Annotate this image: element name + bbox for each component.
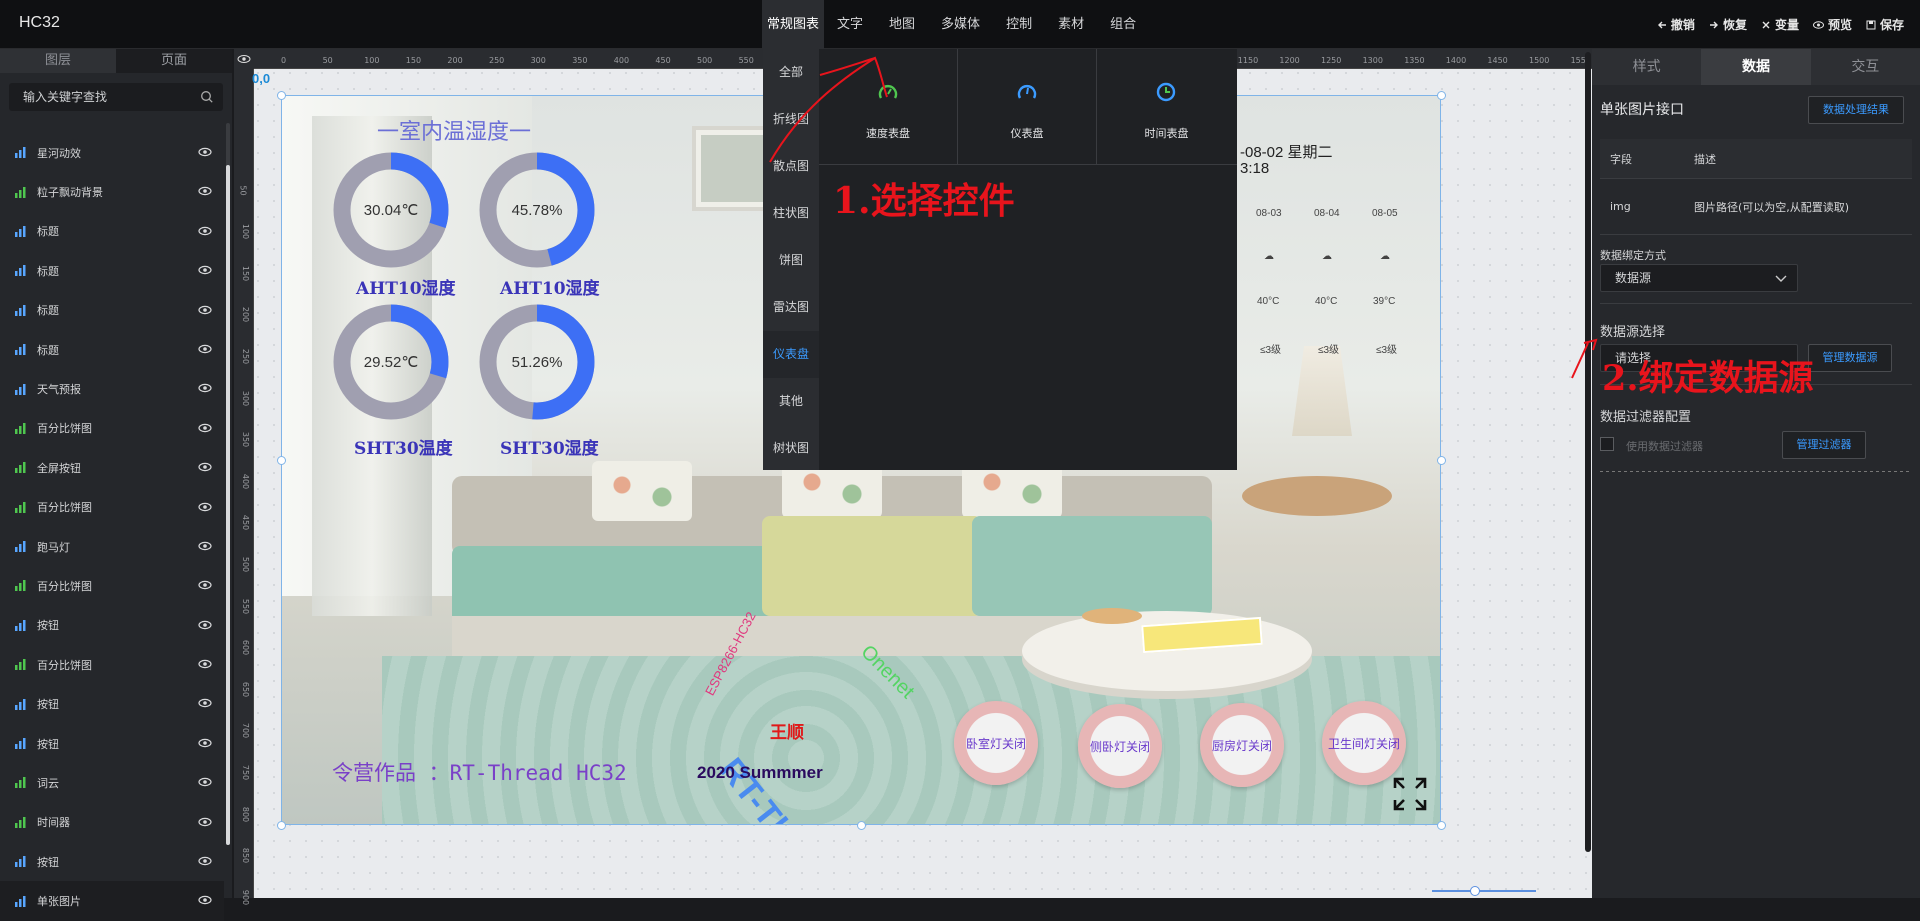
annotation-strokes xyxy=(769,56,1598,379)
annotation-step2: 2.绑定数据源 xyxy=(1602,358,1814,399)
annotation-step1: 1.选择控件 xyxy=(833,180,1015,222)
